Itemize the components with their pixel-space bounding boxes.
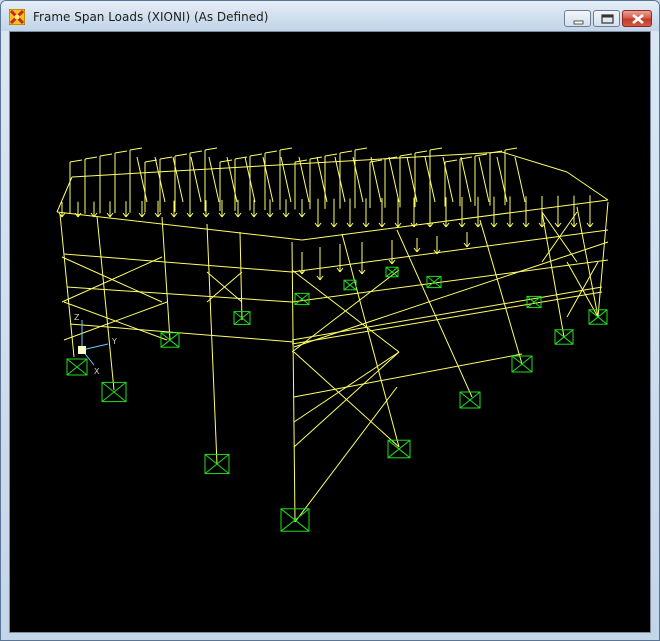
- column: [541, 211, 565, 338]
- roof-purlin: [370, 156, 382, 203]
- roof-load-frame: [99, 153, 113, 157]
- roof-load-frame: [399, 153, 413, 157]
- girt: [291, 259, 609, 303]
- roof-load-frame: [429, 147, 443, 151]
- column: [396, 229, 473, 398]
- roof-load-frame: [309, 156, 323, 160]
- roof-load-frame: [144, 159, 158, 163]
- roof-load-frame: [219, 159, 233, 163]
- column: [479, 219, 523, 365]
- girt: [69, 323, 295, 343]
- minimize-button[interactable]: [564, 10, 591, 27]
- column: [96, 215, 115, 391]
- roof-load-frame: [204, 147, 218, 151]
- roof-load-frame: [444, 159, 458, 163]
- main-window: Frame Span Loads (XIONI) (As Defined) Z Y…: [0, 0, 660, 641]
- roof-load-frame: [504, 147, 518, 151]
- roof-edge: [566, 171, 609, 201]
- roof-load-frame: [129, 147, 143, 151]
- column: [239, 231, 243, 321]
- roof-purlin: [478, 156, 490, 203]
- column: [291, 241, 296, 523]
- maximize-button[interactable]: [593, 10, 620, 27]
- roof-load-frame: [159, 156, 173, 160]
- column: [597, 201, 609, 318]
- roof-load-frame: [339, 150, 353, 154]
- roof-load-frame: [114, 150, 128, 154]
- girt: [63, 253, 293, 273]
- girt: [293, 353, 523, 398]
- roof-load-frame: [414, 150, 428, 154]
- roof-purlin: [208, 156, 220, 203]
- title-bar[interactable]: Frame Span Loads (XIONI) (As Defined): [1, 1, 659, 31]
- roof-load-frame: [189, 150, 203, 154]
- roof-purlin: [460, 156, 472, 203]
- girt: [66, 286, 293, 303]
- roof-load-frame: [354, 147, 368, 151]
- close-button[interactable]: [622, 10, 652, 27]
- roof-load-frame: [84, 156, 98, 160]
- roof-purlin: [388, 156, 400, 203]
- column: [59, 213, 75, 358]
- roof-purlin: [280, 156, 292, 203]
- roof-purlin: [190, 156, 202, 203]
- structure-model: Z Y X: [56, 147, 609, 532]
- model-viewport[interactable]: Z Y X: [9, 31, 651, 633]
- roof-load-frame: [174, 153, 188, 157]
- roof-load-frame: [474, 153, 488, 157]
- minimize-icon: [573, 20, 584, 25]
- y-axis-label: Y: [111, 337, 117, 346]
- roof-load-frame: [279, 147, 293, 151]
- roof-load-frame: [294, 159, 308, 163]
- app-icon[interactable]: [8, 8, 26, 26]
- ridge-beam: [71, 151, 503, 178]
- column: [341, 233, 400, 448]
- roof-purlin: [514, 156, 526, 203]
- close-icon: [632, 13, 644, 25]
- z-axis-label: Z: [74, 313, 80, 322]
- roof-edge: [501, 151, 568, 173]
- roof-load-frame: [69, 159, 83, 163]
- roof-load-frame: [264, 150, 278, 154]
- column: [206, 223, 218, 465]
- column: [161, 216, 171, 341]
- maximize-icon: [601, 14, 614, 24]
- roof-load-frame: [249, 153, 263, 157]
- roof-load-frame: [324, 153, 338, 157]
- axes-origin-marker: [78, 346, 86, 354]
- brace: [294, 386, 398, 523]
- x-axis-label: X: [94, 367, 100, 376]
- window-title: Frame Span Loads (XIONI) (As Defined): [33, 10, 269, 24]
